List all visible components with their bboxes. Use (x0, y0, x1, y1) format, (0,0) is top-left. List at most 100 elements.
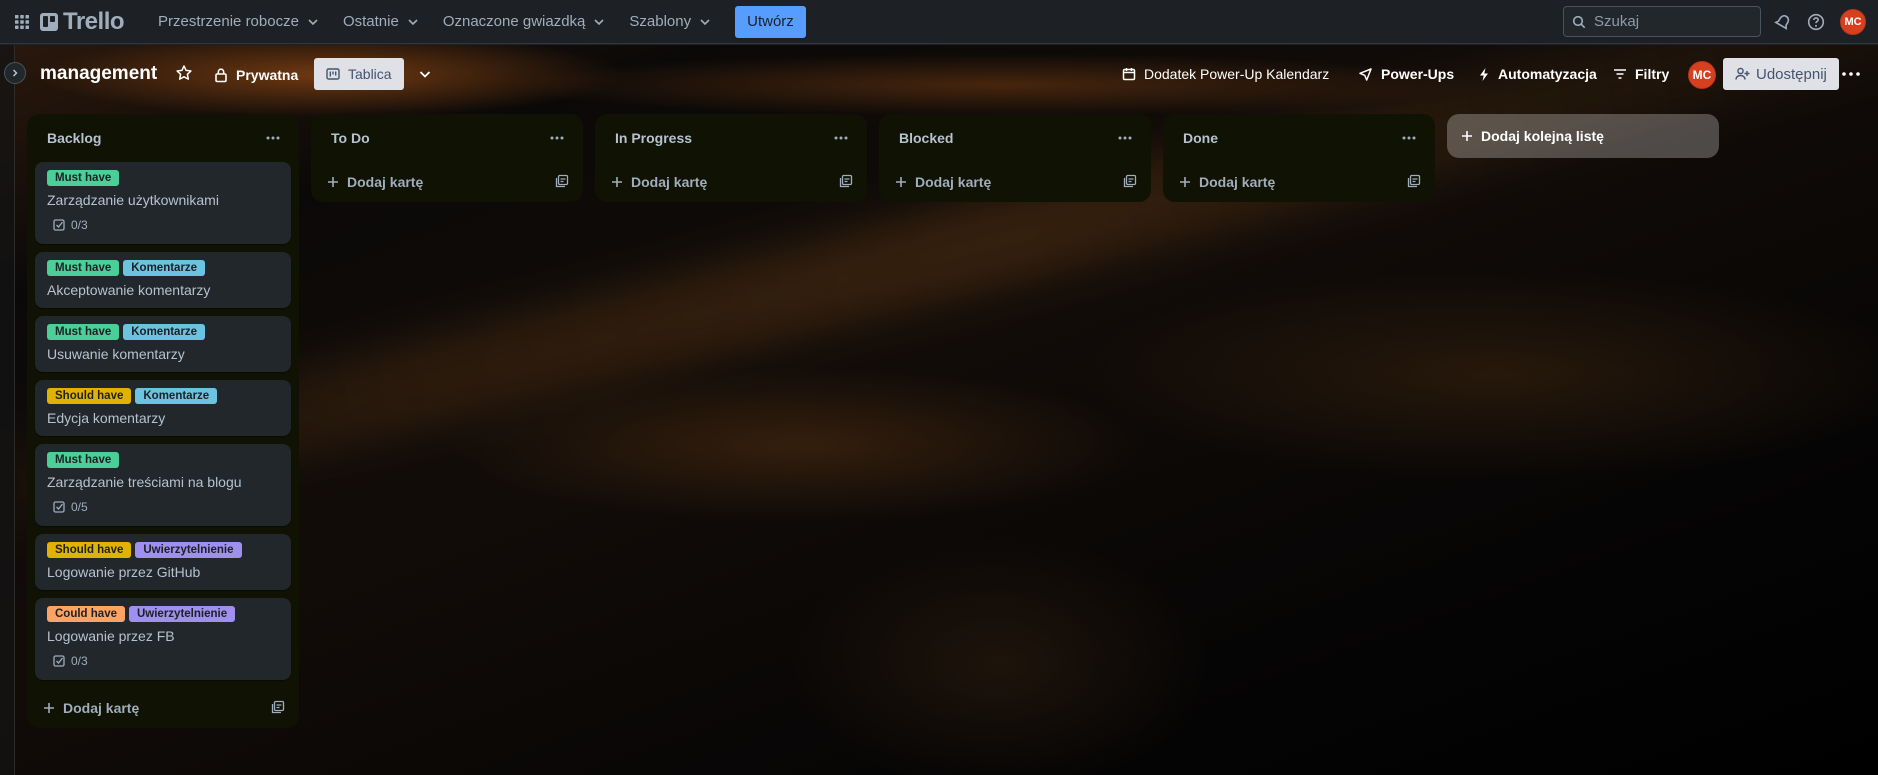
add-card-button[interactable]: Dodaj kartę (1179, 174, 1275, 190)
checklist-badge: 0/3 (47, 214, 279, 236)
add-card-label: Dodaj kartę (63, 700, 140, 716)
add-card-row: Dodaj kartę (35, 688, 291, 728)
card-title: Zarządzanie treściami na blogu (47, 474, 242, 490)
template-card-icon[interactable] (555, 174, 569, 191)
notifications-icon[interactable] (1771, 10, 1795, 34)
filters-button[interactable]: Filtry (1613, 58, 1669, 90)
visibility-button[interactable]: Prywatna (214, 59, 298, 91)
list-backlog: Backlog Must have Zarządzanie użytkownik… (27, 114, 299, 728)
card[interactable]: Must have Zarządzanie treściami na blogu… (35, 444, 291, 526)
add-list-button[interactable]: Dodaj kolejną listę (1447, 114, 1719, 158)
template-card-icon[interactable] (1123, 174, 1137, 191)
label-must-have: Must have (47, 170, 120, 186)
nav-workspaces-label: Przestrzenie robocze (158, 13, 299, 30)
card-labels: Must have Komentarze (47, 260, 279, 276)
powerups-button[interactable]: Power-Ups (1358, 58, 1454, 90)
add-card-label: Dodaj kartę (347, 174, 424, 190)
search-input[interactable]: Szukaj (1563, 6, 1761, 37)
template-card-icon[interactable] (839, 174, 853, 191)
card-title: Logowanie przez GitHub (47, 564, 201, 580)
card-labels: Must have (47, 452, 279, 468)
checklist-count: 0/3 (71, 654, 88, 668)
filter-icon (1614, 69, 1626, 79)
card[interactable]: Must have Komentarze Usuwanie komentarzy (35, 316, 291, 372)
star-board-icon[interactable] (175, 64, 193, 85)
label-uwierzytelnienie: Uwierzytelnienie (128, 606, 236, 622)
template-card-icon[interactable] (1407, 174, 1421, 191)
card[interactable]: Should have Komentarze Edycja komentarzy (35, 380, 291, 436)
add-card-button[interactable]: Dodaj kartę (895, 174, 991, 190)
add-person-icon (1735, 67, 1750, 80)
add-card-button[interactable]: Dodaj kartę (43, 700, 139, 716)
nav-starred[interactable]: Oznaczone gwiazdką (431, 6, 618, 38)
list-blocked: Blocked Dodaj kartę (879, 114, 1151, 202)
label-must-have: Must have (47, 260, 120, 276)
lock-icon (215, 68, 227, 83)
list-header[interactable]: Done (1171, 114, 1427, 162)
card[interactable]: Could have Uwierzytelnienie Logowanie pr… (35, 598, 291, 680)
list-done: Done Dodaj kartę (1163, 114, 1435, 202)
card-labels: Must have (47, 170, 279, 186)
label-uwierzytelnienie: Uwierzytelnienie (135, 542, 242, 558)
card-title: Logowanie przez FB (47, 628, 175, 644)
list-title[interactable]: In Progress (615, 130, 692, 146)
chevron-down-icon (308, 18, 318, 25)
list-title[interactable]: Done (1183, 130, 1218, 146)
add-card-label: Dodaj kartę (631, 174, 708, 190)
app-switcher-icon[interactable] (8, 8, 36, 36)
card[interactable]: Should have Uwierzytelnienie Logowanie p… (35, 534, 291, 590)
chevron-down-icon (700, 18, 710, 25)
powerups-label: Power-Ups (1381, 66, 1455, 82)
card-labels: Should have Komentarze (47, 388, 279, 404)
list-header[interactable]: To Do (319, 114, 575, 162)
trello-logo[interactable]: Trello (40, 8, 125, 36)
nav-templates[interactable]: Szablony (617, 6, 723, 38)
list-title[interactable]: Backlog (47, 130, 101, 146)
search-placeholder: Szukaj (1594, 13, 1640, 30)
list-header[interactable]: Blocked (887, 114, 1143, 162)
checklist-icon (53, 501, 65, 513)
create-button[interactable]: Utwórz (735, 5, 806, 38)
plus-icon (44, 703, 54, 713)
sidebar-expand-button[interactable] (4, 62, 26, 84)
nav-recent[interactable]: Ostatnie (331, 6, 431, 38)
list-menu-icon[interactable] (1395, 124, 1423, 152)
list-menu-icon[interactable] (827, 124, 855, 152)
plus-icon (328, 177, 338, 187)
list-menu-icon[interactable] (1111, 124, 1139, 152)
board-member-avatar[interactable]: MC (1688, 61, 1716, 89)
share-button[interactable]: Udostępnij (1723, 58, 1839, 90)
board-view-icon (326, 68, 340, 80)
list-header[interactable]: In Progress (603, 114, 859, 162)
user-avatar[interactable]: MC (1840, 9, 1866, 35)
list-menu-icon[interactable] (543, 124, 571, 152)
add-card-button[interactable]: Dodaj kartę (327, 174, 423, 190)
automation-button[interactable]: Automatyzacja (1478, 58, 1597, 90)
help-icon[interactable] (1804, 10, 1828, 34)
add-card-row: Dodaj kartę (887, 162, 1143, 202)
card-title: Akceptowanie komentarzy (47, 282, 211, 298)
list-menu-icon[interactable] (259, 124, 287, 152)
list-title[interactable]: To Do (331, 130, 370, 146)
checklist-badge: 0/3 (47, 650, 279, 672)
card[interactable]: Must have Komentarze Akceptowanie koment… (35, 252, 291, 308)
list-title[interactable]: Blocked (899, 130, 953, 146)
add-card-row: Dodaj kartę (1171, 162, 1427, 202)
add-card-button[interactable]: Dodaj kartę (611, 174, 707, 190)
card-labels: Could have Uwierzytelnienie (47, 606, 279, 622)
nav-workspaces[interactable]: Przestrzenie robocze (146, 6, 331, 38)
board-view-button[interactable]: Tablica (314, 58, 404, 90)
view-switcher-button[interactable] (410, 59, 440, 89)
calendar-powerup-button[interactable]: Dodatek Power-Up Kalendarz (1122, 58, 1329, 90)
board-title[interactable]: management (40, 63, 157, 85)
checklist-badge: 0/5 (47, 496, 279, 518)
sidebar-rail (0, 45, 15, 775)
add-list-label: Dodaj kolejną listę (1481, 128, 1604, 144)
card-title: Edycja komentarzy (47, 410, 166, 426)
board-menu-icon[interactable] (1838, 61, 1864, 87)
add-card-label: Dodaj kartę (915, 174, 992, 190)
template-card-icon[interactable] (271, 700, 285, 717)
card[interactable]: Must have Zarządzanie użytkownikami 0/3 (35, 162, 291, 244)
list-in-progress: In Progress Dodaj kartę (595, 114, 867, 202)
list-header[interactable]: Backlog (35, 114, 291, 162)
